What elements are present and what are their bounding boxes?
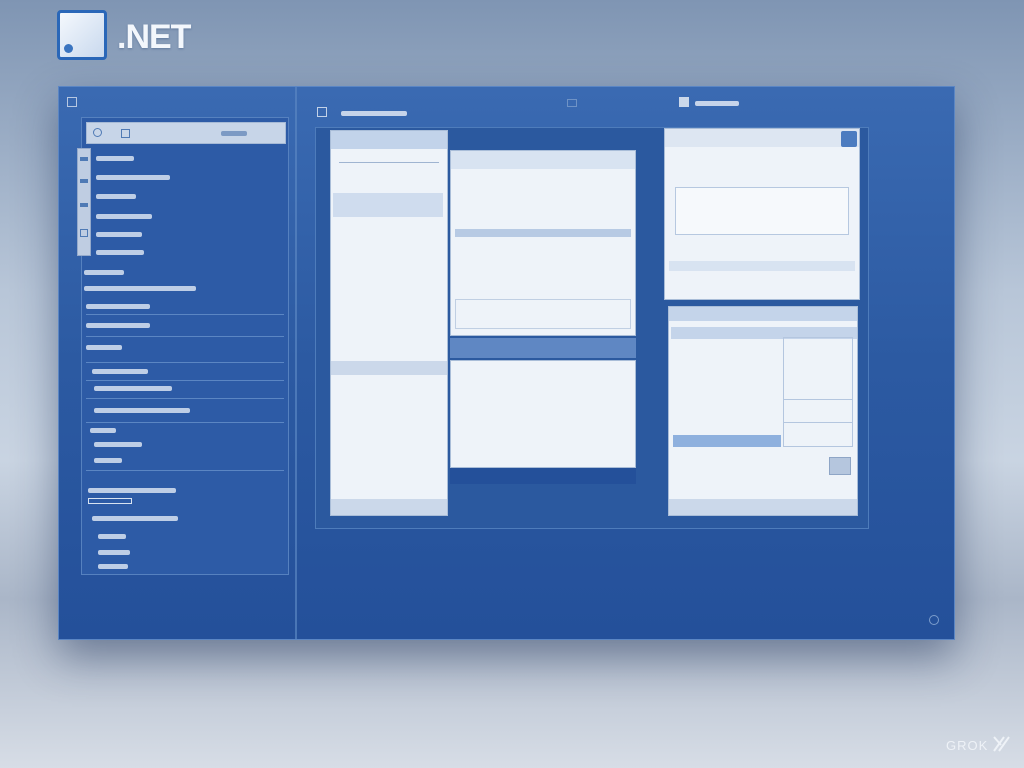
list-search-input[interactable] (339, 155, 439, 163)
preview-highlight-row[interactable] (669, 261, 855, 271)
filter-icon[interactable] (121, 129, 130, 138)
sidebar-item[interactable] (92, 516, 178, 521)
editor-selected-line[interactable] (673, 435, 781, 447)
details-footer-box (455, 299, 631, 329)
sidebar-item[interactable] (98, 534, 126, 539)
sidebar-item[interactable] (98, 550, 130, 555)
app-window (58, 86, 955, 640)
sidebar-scrollbar[interactable] (77, 148, 91, 256)
sidebar-section-heading (90, 428, 116, 433)
details-pane (450, 150, 636, 336)
list-pane (330, 130, 448, 516)
list-selected-row[interactable] (333, 193, 443, 217)
sidebar-divider (295, 87, 297, 639)
preview-pane (664, 128, 860, 300)
list-group-header (331, 361, 447, 375)
logo-text: .NET (117, 18, 191, 56)
editor-side-panel-2 (783, 399, 853, 447)
sidebar-section-heading (86, 345, 122, 350)
sidebar-item[interactable] (94, 386, 172, 391)
zoom-icon[interactable] (929, 615, 939, 625)
sidebar-item[interactable] (88, 488, 176, 493)
properties-pane (450, 360, 636, 468)
preview-box (675, 187, 849, 235)
sidebar-item[interactable] (92, 369, 148, 374)
sidebar-item[interactable] (96, 156, 134, 161)
dotnet-logo-icon (57, 10, 107, 60)
editor-thumbnail-icon[interactable] (829, 457, 851, 475)
editor-pane-header (669, 307, 857, 321)
details-band (450, 338, 636, 358)
sidebar-item[interactable] (94, 442, 142, 447)
sidebar-item[interactable] (94, 458, 122, 463)
preview-action-icon[interactable] (841, 131, 857, 147)
watermark-text: GROK (946, 738, 989, 753)
sidebar-item[interactable] (94, 408, 190, 413)
center-icon (567, 99, 577, 107)
sidebar-item[interactable] (96, 232, 142, 237)
content-area (315, 127, 869, 529)
sidebar-search-input[interactable] (86, 122, 286, 144)
list-pane-footer (331, 499, 447, 515)
sidebar-item[interactable] (84, 270, 124, 275)
editor-pane-footer (669, 499, 857, 515)
sidebar-item[interactable] (96, 214, 152, 219)
document-icon (317, 107, 327, 117)
sidebar-item[interactable] (96, 250, 144, 255)
properties-band (450, 468, 636, 484)
sidebar-item[interactable] (96, 194, 136, 199)
title-text-placeholder (341, 111, 407, 116)
search-placeholder (221, 131, 247, 136)
details-pane-header (451, 151, 635, 169)
sidebar-item[interactable] (86, 323, 150, 328)
window-title-placeholder (695, 101, 739, 106)
editor-pane (668, 306, 858, 516)
sidebar (77, 117, 289, 575)
sidebar-item[interactable] (86, 304, 150, 309)
window-menu-icon[interactable] (67, 97, 77, 107)
sidebar-item[interactable] (84, 286, 196, 291)
window-title-icon (679, 97, 689, 107)
search-icon (93, 128, 102, 137)
sidebar-item[interactable] (98, 564, 128, 569)
sidebar-selected-item[interactable] (88, 498, 132, 504)
preview-pane-header (665, 129, 859, 147)
sidebar-item[interactable] (96, 175, 170, 180)
details-selected-row[interactable] (455, 229, 631, 237)
grok-logo-icon (993, 736, 1010, 752)
list-pane-header (331, 131, 447, 149)
